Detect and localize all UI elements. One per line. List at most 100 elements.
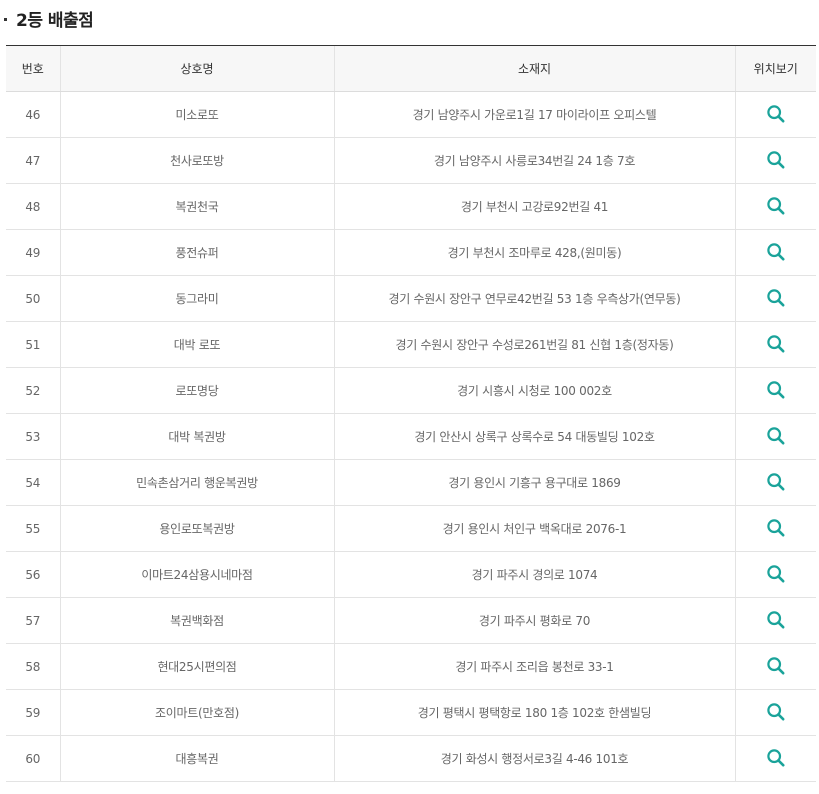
store-name: 동그라미 [59, 275, 334, 322]
location-cell [734, 689, 816, 736]
store-name: 천사로또방 [59, 137, 334, 184]
view-location-button[interactable] [764, 332, 788, 356]
row-number: 49 [6, 229, 60, 276]
table-row: 54 민속촌삼거리 행운복권방 경기 용인시 기흥구 용구대로 1869 [6, 459, 816, 506]
store-table-container: 번호 상호명 소재지 위치보기 46 미소로또 경기 남양주시 가운로1길 17 마… [6, 45, 816, 782]
view-location-button[interactable] [764, 194, 788, 218]
location-cell [734, 459, 816, 506]
store-name: 조이마트(만호점) [59, 689, 334, 736]
row-number: 60 [6, 735, 60, 782]
view-location-button[interactable] [764, 516, 788, 540]
column-header-location: 위치보기 [734, 45, 816, 92]
view-location-button[interactable] [764, 240, 788, 264]
search-icon [767, 381, 785, 399]
view-location-button[interactable] [764, 562, 788, 586]
section-title: 2등 배출점 [16, 10, 94, 31]
location-cell [734, 229, 816, 276]
row-number: 55 [6, 505, 60, 552]
search-icon [767, 151, 785, 169]
search-icon [767, 565, 785, 583]
bullet-icon [4, 17, 7, 21]
store-address: 경기 파주시 경의로 1074 [333, 551, 735, 598]
view-location-button[interactable] [764, 378, 788, 402]
store-address: 경기 파주시 평화로 70 [333, 597, 735, 644]
table-header-row: 번호 상호명 소재지 위치보기 [6, 45, 816, 92]
row-number: 50 [6, 275, 60, 322]
location-cell [734, 367, 816, 414]
table-row: 52 로또명당 경기 시흥시 시청로 100 002호 [6, 367, 816, 414]
table-row: 46 미소로또 경기 남양주시 가운로1길 17 마이라이프 오피스텔 [6, 91, 816, 138]
row-number: 47 [6, 137, 60, 184]
store-name: 용인로또복권방 [59, 505, 334, 552]
location-cell [734, 551, 816, 598]
row-number: 53 [6, 413, 60, 460]
row-number: 52 [6, 367, 60, 414]
column-header-number: 번호 [6, 45, 60, 92]
location-cell [734, 321, 816, 368]
store-name: 대박 복권방 [59, 413, 334, 460]
row-number: 59 [6, 689, 60, 736]
location-cell [734, 91, 816, 138]
search-icon [767, 703, 785, 721]
row-number: 51 [6, 321, 60, 368]
column-header-store-name: 상호명 [59, 45, 334, 92]
table-row: 60 대흥복권 경기 화성시 행정서로3길 4-46 101호 [6, 735, 816, 782]
table-row: 50 동그라미 경기 수원시 장안구 연무로42번길 53 1층 우측상가(연무동) [6, 275, 816, 322]
search-icon [767, 335, 785, 353]
table-header: 번호 상호명 소재지 위치보기 [6, 45, 816, 92]
view-location-button[interactable] [764, 286, 788, 310]
store-address: 경기 수원시 장안구 수성로261번길 81 신협 1층(정자동) [333, 321, 735, 368]
row-number: 58 [6, 643, 60, 690]
table-row: 53 대박 복권방 경기 안산시 상록구 상록수로 54 대동빌딩 102호 [6, 413, 816, 460]
store-address: 경기 용인시 기흥구 용구대로 1869 [333, 459, 735, 506]
row-number: 48 [6, 183, 60, 230]
column-header-address: 소재지 [333, 45, 735, 92]
section-heading: 2등 배출점 [4, 6, 94, 31]
table-row: 55 용인로또복권방 경기 용인시 처인구 백옥대로 2076-1 [6, 505, 816, 552]
search-icon [767, 657, 785, 675]
location-cell [734, 137, 816, 184]
search-icon [767, 473, 785, 491]
store-address: 경기 화성시 행정서로3길 4-46 101호 [333, 735, 735, 782]
view-location-button[interactable] [764, 424, 788, 448]
view-location-button[interactable] [764, 470, 788, 494]
table-row: 51 대박 로또 경기 수원시 장안구 수성로261번길 81 신협 1층(정자동) [6, 321, 816, 368]
store-address: 경기 평택시 평택항로 180 1층 102호 한샘빌딩 [333, 689, 735, 736]
store-address: 경기 용인시 처인구 백옥대로 2076-1 [333, 505, 735, 552]
table-body: 46 미소로또 경기 남양주시 가운로1길 17 마이라이프 오피스텔 47 천사로또방… [6, 91, 816, 782]
store-address: 경기 부천시 조마루로 428,(원미동) [333, 229, 735, 276]
row-number: 56 [6, 551, 60, 598]
location-cell [734, 735, 816, 782]
table-row: 56 이마트24삼용시네마점 경기 파주시 경의로 1074 [6, 551, 816, 598]
table-row: 48 복권천국 경기 부천시 고강로92번길 41 [6, 183, 816, 230]
store-name: 복권백화점 [59, 597, 334, 644]
store-name: 민속촌삼거리 행운복권방 [59, 459, 334, 506]
store-name: 이마트24삼용시네마점 [59, 551, 334, 598]
row-number: 46 [6, 91, 60, 138]
location-cell [734, 505, 816, 552]
view-location-button[interactable] [764, 654, 788, 678]
store-name: 풍전슈퍼 [59, 229, 334, 276]
view-location-button[interactable] [764, 148, 788, 172]
store-address: 경기 안산시 상록구 상록수로 54 대동빌딩 102호 [333, 413, 735, 460]
location-cell [734, 597, 816, 644]
search-icon [767, 611, 785, 629]
table-row: 59 조이마트(만호점) 경기 평택시 평택항로 180 1층 102호 한샘빌딩 [6, 689, 816, 736]
store-name: 미소로또 [59, 91, 334, 138]
location-cell [734, 275, 816, 322]
view-location-button[interactable] [764, 700, 788, 724]
store-name: 복권천국 [59, 183, 334, 230]
store-name: 대흥복권 [59, 735, 334, 782]
location-cell [734, 183, 816, 230]
view-location-button[interactable] [764, 608, 788, 632]
store-address: 경기 부천시 고강로92번길 41 [333, 183, 735, 230]
view-location-button[interactable] [764, 746, 788, 770]
view-location-button[interactable] [764, 102, 788, 126]
store-name: 대박 로또 [59, 321, 334, 368]
location-cell [734, 413, 816, 460]
winning-store-table: 번호 상호명 소재지 위치보기 46 미소로또 경기 남양주시 가운로1길 17 마… [6, 45, 816, 782]
search-icon [767, 105, 785, 123]
search-icon [767, 427, 785, 445]
row-number: 57 [6, 597, 60, 644]
search-icon [767, 243, 785, 261]
